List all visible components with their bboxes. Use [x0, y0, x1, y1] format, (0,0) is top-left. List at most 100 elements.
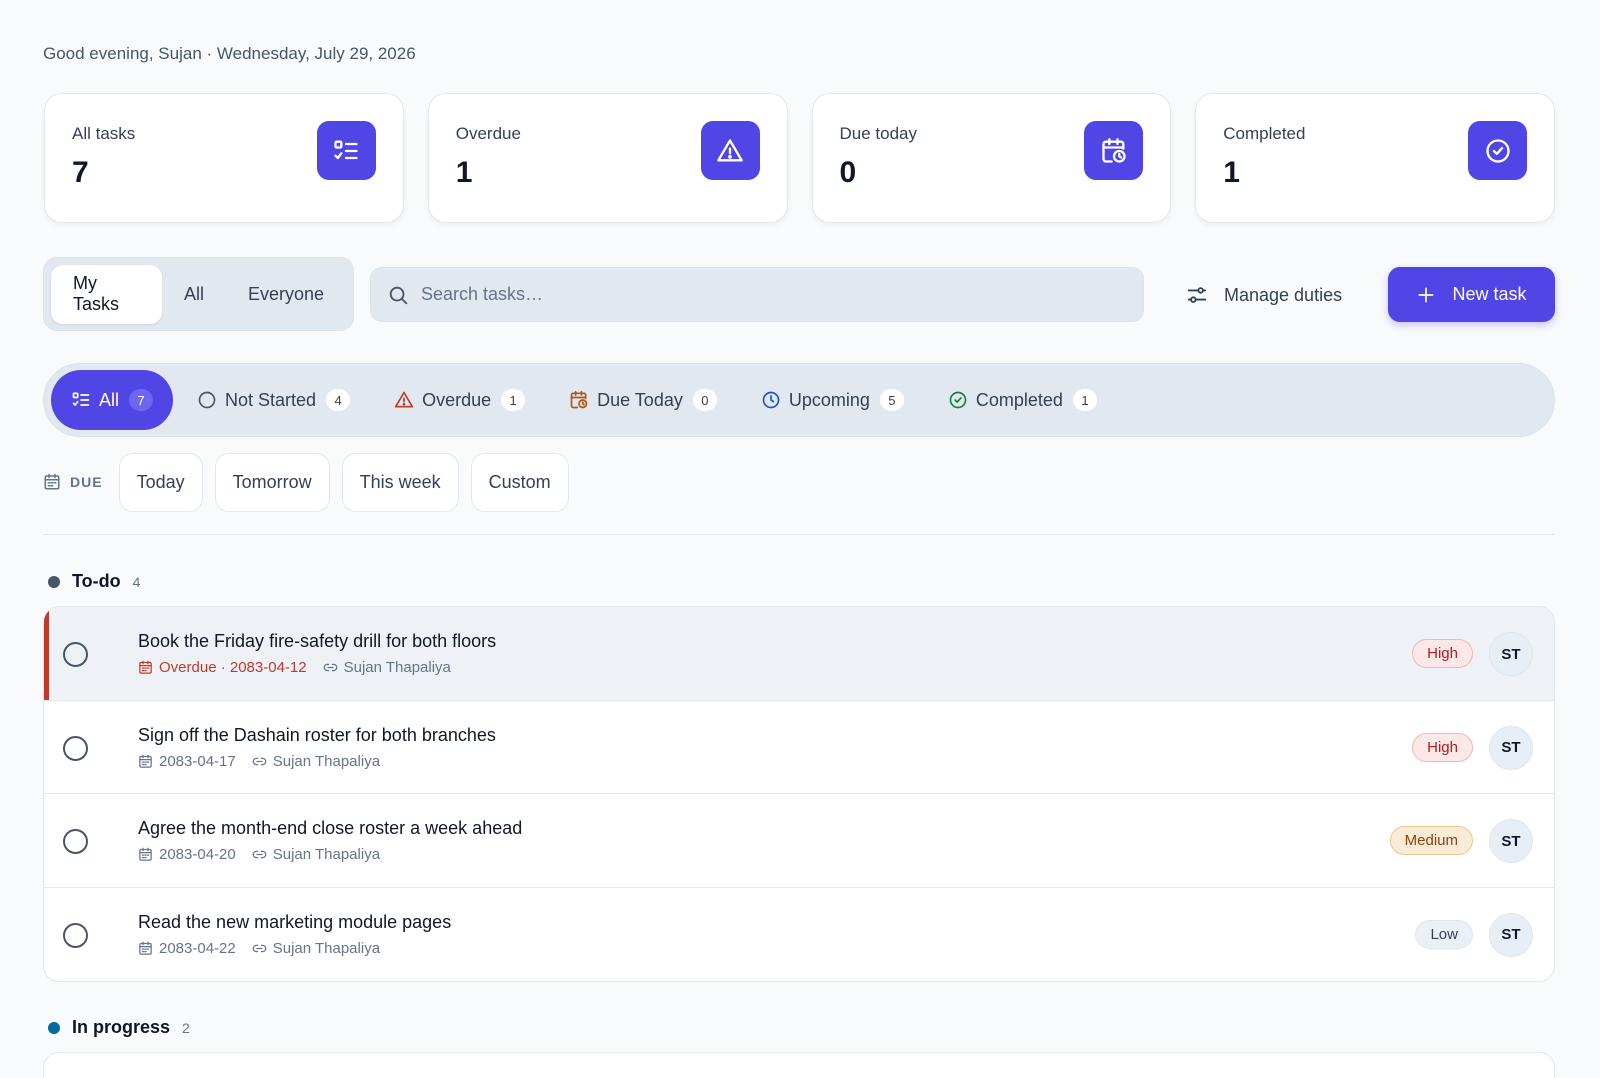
task-list-in-progress [43, 1052, 1555, 1078]
task-meta: 2083-04-22 Sujan Thapaliya [138, 940, 380, 957]
task-assignee: Sujan Thapaliya [252, 940, 380, 957]
stat-value: 0 [839, 156, 857, 189]
stat-card-due-today[interactable]: Due today 0 [811, 93, 1172, 223]
link-icon [323, 663, 337, 672]
search-box [370, 267, 1144, 322]
link-icon [252, 850, 267, 859]
filter-count: 0 [692, 389, 717, 411]
task-checkbox[interactable] [63, 829, 88, 854]
link-icon [252, 757, 267, 765]
task-assignee-text: Sujan Thapaliya [343, 659, 451, 676]
task-title: Sign off the Dashain roster for both bra… [138, 724, 496, 745]
status-dot [48, 1021, 60, 1034]
filter-completed[interactable]: Completed 1 [928, 370, 1117, 430]
task-row[interactable]: Sign off the Dashain roster for both bra… [44, 701, 1554, 794]
tab-my-tasks[interactable]: My Tasks [51, 264, 162, 324]
circle-icon [198, 391, 216, 409]
stat-card-completed[interactable]: Completed 1 [1195, 93, 1555, 223]
stat-value: 7 [72, 156, 89, 189]
list-check-icon [72, 392, 90, 406]
search-icon [389, 286, 408, 304]
calendar-icon [44, 473, 60, 490]
due-custom-button[interactable]: Custom [470, 452, 569, 512]
due-label: DUE [43, 473, 103, 491]
link-icon [252, 944, 267, 952]
avatar[interactable]: ST [1489, 912, 1533, 957]
stats-row: All tasks 7 Overdue 1 Due today 0 Comple… [44, 93, 1555, 223]
task-row[interactable]: Book the Friday fire-safety drill for bo… [44, 607, 1554, 701]
filter-count: 1 [501, 389, 526, 411]
filter-upcoming[interactable]: Upcoming 5 [741, 370, 924, 430]
calendar-clock-icon [1084, 121, 1144, 180]
task-due: Overdue · 2083-04-12 [138, 659, 307, 676]
scope-tabs: My Tasks All Everyone [43, 257, 354, 331]
due-today-button[interactable]: Today [118, 452, 203, 512]
due-filter-row: DUE Today Tomorrow This week Custom [43, 452, 581, 512]
check-circle-icon [949, 391, 967, 409]
plus-icon [1418, 287, 1434, 302]
group-count: 4 [132, 573, 141, 590]
task-checkbox[interactable] [63, 922, 88, 948]
task-list-todo: Book the Friday fire-safety drill for bo… [43, 606, 1555, 982]
avatar[interactable]: ST [1489, 819, 1533, 863]
task-meta: 2083-04-20 Sujan Thapaliya [138, 846, 380, 863]
task-due: 2083-04-22 [138, 940, 236, 957]
manage-duties-button[interactable]: Manage duties [1186, 270, 1342, 320]
task-assignee: Sujan Thapaliya [323, 659, 451, 676]
filter-label: Upcoming [788, 389, 870, 410]
stat-card-overdue[interactable]: Overdue 1 [427, 93, 788, 223]
calendar-icon [139, 847, 152, 861]
filter-label: Overdue [422, 389, 492, 410]
greeting-text: Good evening, Sujan · Wednesday, July 29… [43, 44, 416, 63]
task-due-text: 2083-04-20 [159, 846, 236, 863]
status-dot [48, 575, 60, 588]
due-label-text: DUE [70, 474, 103, 490]
manage-duties-label: Manage duties [1224, 284, 1343, 305]
filter-overdue[interactable]: Overdue 1 [374, 370, 545, 430]
new-task-label: New task [1452, 284, 1527, 304]
tab-all[interactable]: All [162, 265, 226, 324]
warning-icon [700, 121, 760, 180]
filter-label: Completed [975, 389, 1063, 410]
filter-count: 1 [1072, 389, 1097, 411]
tab-everyone[interactable]: Everyone [226, 265, 346, 324]
calendar-clock-icon [570, 390, 588, 409]
due-this-week-button[interactable]: This week [341, 452, 459, 512]
task-checkbox[interactable] [63, 735, 88, 761]
check-circle-icon [1468, 121, 1527, 180]
group-header-in-progress[interactable]: In progress 2 [48, 1017, 190, 1038]
stat-card-all-tasks[interactable]: All tasks 7 [44, 93, 404, 223]
task-due: 2083-04-20 [138, 846, 236, 863]
filter-not-started[interactable]: Not Started 4 [177, 370, 370, 430]
clock-icon [762, 391, 780, 409]
task-checkbox[interactable] [63, 642, 88, 667]
filter-due-today[interactable]: Due Today 0 [549, 370, 737, 430]
stat-value: 1 [455, 156, 473, 189]
new-task-button[interactable]: New task [1388, 267, 1555, 322]
stat-label: Due today [839, 124, 918, 143]
filter-count: 4 [326, 389, 351, 411]
task-due: 2083-04-17 [138, 753, 236, 770]
avatar[interactable]: ST [1489, 725, 1533, 770]
filter-all[interactable]: All 7 [51, 370, 174, 430]
group-count: 2 [182, 1019, 190, 1036]
task-assignee: Sujan Thapaliya [252, 846, 380, 863]
task-title: Read the new marketing module pages [138, 911, 452, 932]
task-assignee-text: Sujan Thapaliya [272, 752, 381, 770]
priority-badge: Medium [1389, 826, 1473, 855]
avatar[interactable]: ST [1489, 632, 1533, 676]
task-due-text: 2083-04-17 [159, 752, 236, 770]
task-assignee-text: Sujan Thapaliya [272, 939, 381, 957]
stat-label: All tasks [72, 124, 136, 143]
due-tomorrow-button[interactable]: Tomorrow [214, 452, 330, 512]
status-filter-bar: All 7 Not Started 4 Overdue 1 Due Today … [43, 363, 1555, 437]
task-row[interactable]: Read the new marketing module pages 2083… [44, 888, 1554, 982]
calendar-icon [139, 660, 152, 674]
stat-label: Overdue [455, 124, 521, 143]
search-input[interactable] [421, 284, 1121, 305]
task-row[interactable]: Agree the month-end close roster a week … [44, 794, 1554, 888]
group-header-todo[interactable]: To-do 4 [48, 571, 140, 592]
stat-value: 1 [1223, 156, 1240, 189]
sliders-icon [1187, 287, 1207, 303]
task-assignee: Sujan Thapaliya [252, 753, 380, 770]
